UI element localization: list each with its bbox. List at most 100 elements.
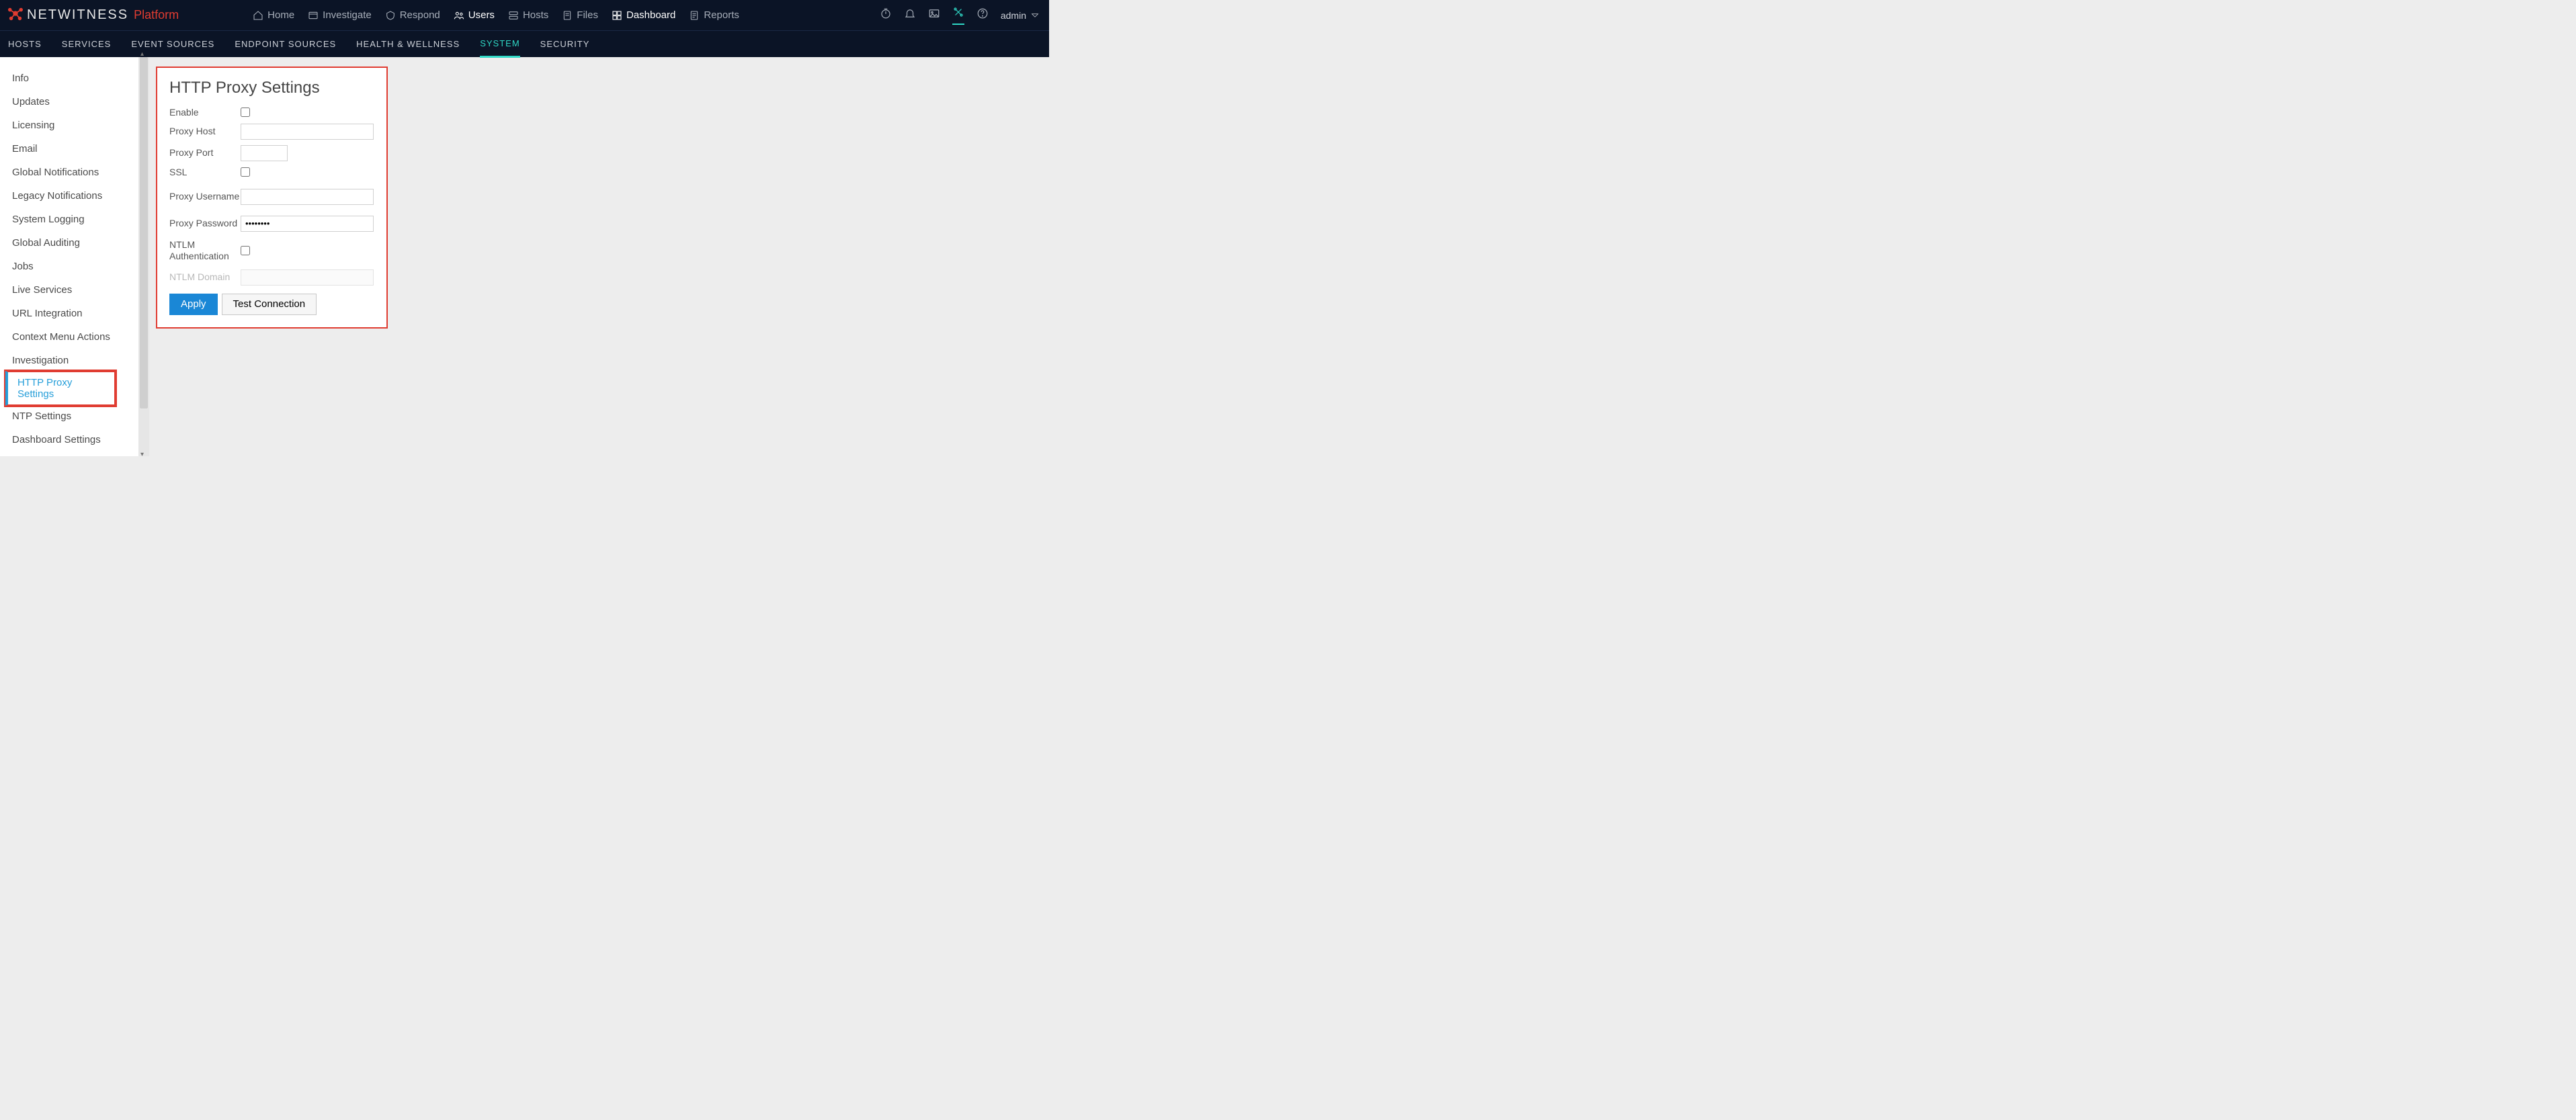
sidebar-item-system-logging[interactable]: System Logging <box>0 208 138 231</box>
sidebar-item-legacy-notifications[interactable]: Legacy Notifications <box>0 184 138 208</box>
sidebar-item-global-auditing[interactable]: Global Auditing <box>0 231 138 255</box>
subnav-endpoint-sources-label: ENDPOINT SOURCES <box>235 39 336 49</box>
scroll-down-icon[interactable]: ▾ <box>140 451 147 458</box>
nav-hosts-label: Hosts <box>523 9 548 21</box>
nav-dashboard-label: Dashboard <box>626 9 675 21</box>
sidebar-item-label: Licensing <box>12 120 54 131</box>
sidebar-item-licensing[interactable]: Licensing <box>0 114 138 137</box>
nav-users-label: Users <box>468 9 495 21</box>
scroll-thumb[interactable] <box>140 57 148 408</box>
subnav-hosts-label: HOSTS <box>8 39 42 49</box>
sidebar-item-global-notifications[interactable]: Global Notifications <box>0 161 138 184</box>
sidebar-wrap: Info Updates Licensing Email Global Noti… <box>0 57 149 456</box>
sidebar-item-jobs[interactable]: Jobs <box>0 255 138 278</box>
subnav-health[interactable]: HEALTH & WELLNESS <box>356 31 460 58</box>
ntlm-auth-checkbox[interactable] <box>241 246 250 255</box>
subnav-services[interactable]: SERVICES <box>62 31 112 58</box>
row-ntlm-auth: NTLM Authentication <box>169 237 376 264</box>
sidebar: Info Updates Licensing Email Global Noti… <box>0 57 138 456</box>
nav-investigate[interactable]: Investigate <box>301 0 378 30</box>
test-connection-button-label: Test Connection <box>233 298 306 310</box>
sidebar-item-context-menu-actions[interactable]: Context Menu Actions <box>0 325 138 349</box>
timer-icon[interactable] <box>880 7 892 23</box>
ntlm-auth-label: NTLM Authentication <box>169 239 241 262</box>
sidebar-item-investigation[interactable]: Investigation <box>0 349 138 372</box>
user-menu[interactable]: admin <box>1001 9 1041 21</box>
panel-title: HTTP Proxy Settings <box>169 79 376 97</box>
topbar-right: admin <box>880 6 1041 25</box>
subnav-health-label: HEALTH & WELLNESS <box>356 39 460 49</box>
subnav-hosts[interactable]: HOSTS <box>8 31 42 58</box>
sidebar-item-label: Investigation <box>12 355 69 366</box>
sidebar-item-live-services[interactable]: Live Services <box>0 278 138 302</box>
home-icon <box>253 10 263 21</box>
nav-home-label: Home <box>267 9 294 21</box>
reports-icon <box>689 10 700 21</box>
nav-respond[interactable]: Respond <box>378 0 447 30</box>
proxy-port-label: Proxy Port <box>169 147 241 159</box>
button-row: Apply Test Connection <box>169 294 376 315</box>
sidebar-item-label: Context Menu Actions <box>12 331 110 343</box>
nav-users[interactable]: Users <box>447 0 501 30</box>
nav-investigate-label: Investigate <box>323 9 372 21</box>
sidebar-item-dashboard-settings[interactable]: Dashboard Settings <box>0 428 138 451</box>
user-menu-label: admin <box>1001 10 1026 21</box>
proxy-host-input[interactable] <box>241 124 374 140</box>
sidebar-scrollbar[interactable]: ▴ ▾ <box>138 57 149 456</box>
sidebar-item-http-proxy[interactable]: HTTP Proxy Settings <box>5 371 116 406</box>
scroll-up-icon[interactable]: ▴ <box>140 50 147 57</box>
ssl-checkbox[interactable] <box>241 167 250 177</box>
proxy-port-input[interactable] <box>241 145 288 161</box>
proxy-host-label: Proxy Host <box>169 126 241 137</box>
sidebar-item-label: Email <box>12 143 38 155</box>
respond-icon <box>385 10 396 21</box>
sidebar-item-label: URL Integration <box>12 308 83 319</box>
sidebar-item-label: Global Notifications <box>12 167 99 178</box>
proxy-password-input[interactable] <box>241 216 374 232</box>
nav-files-label: Files <box>577 9 598 21</box>
sidebar-item-updates[interactable]: Updates <box>0 90 138 114</box>
sidebar-item-email[interactable]: Email <box>0 137 138 161</box>
image-icon[interactable] <box>928 7 940 23</box>
brand: NETWITNESS Platform <box>8 6 179 24</box>
tools-icon[interactable] <box>952 6 964 25</box>
help-icon[interactable] <box>977 7 989 23</box>
sidebar-item-label: NTP Settings <box>12 411 71 422</box>
enable-checkbox[interactable] <box>241 107 250 117</box>
ntlm-domain-label: NTLM Domain <box>169 271 241 283</box>
nav-home[interactable]: Home <box>246 0 301 30</box>
proxy-password-label: Proxy Password <box>169 218 241 229</box>
ntlm-domain-input <box>241 269 374 286</box>
main-nav: Home Investigate Respond Users Hosts Fil… <box>246 0 746 30</box>
sidebar-item-ntp-settings[interactable]: NTP Settings <box>0 404 138 428</box>
hosts-icon <box>508 10 519 21</box>
nav-files[interactable]: Files <box>555 0 605 30</box>
row-enable: Enable <box>169 107 376 118</box>
subnav-endpoint-sources[interactable]: ENDPOINT SOURCES <box>235 31 336 58</box>
row-proxy-host: Proxy Host <box>169 124 376 140</box>
test-connection-button[interactable]: Test Connection <box>222 294 317 315</box>
subnav-services-label: SERVICES <box>62 39 112 49</box>
sidebar-item-label: Live Services <box>12 284 72 296</box>
ssl-label: SSL <box>169 167 241 178</box>
row-ntlm-domain: NTLM Domain <box>169 269 376 286</box>
nav-hosts[interactable]: Hosts <box>501 0 555 30</box>
topbar: NETWITNESS Platform Home Investigate Res… <box>0 0 1049 30</box>
apply-button-label: Apply <box>181 298 206 310</box>
sidebar-item-label: Updates <box>12 96 50 107</box>
sidebar-item-label: Legacy Notifications <box>12 190 102 202</box>
apply-button[interactable]: Apply <box>169 294 218 315</box>
nav-dashboard[interactable]: Dashboard <box>605 0 682 30</box>
nav-reports-label: Reports <box>704 9 739 21</box>
proxy-username-input[interactable] <box>241 189 374 205</box>
row-proxy-username: Proxy Username <box>169 183 376 210</box>
sidebar-item-info[interactable]: Info <box>0 67 138 90</box>
subnav-system[interactable]: SYSTEM <box>480 31 520 58</box>
subnav-security[interactable]: SECURITY <box>540 31 590 58</box>
sidebar-item-url-integration[interactable]: URL Integration <box>0 302 138 325</box>
dashboard-icon <box>612 10 622 21</box>
investigate-icon <box>308 10 319 21</box>
nav-reports[interactable]: Reports <box>682 0 746 30</box>
bell-icon[interactable] <box>904 7 916 23</box>
row-ssl: SSL <box>169 167 376 178</box>
